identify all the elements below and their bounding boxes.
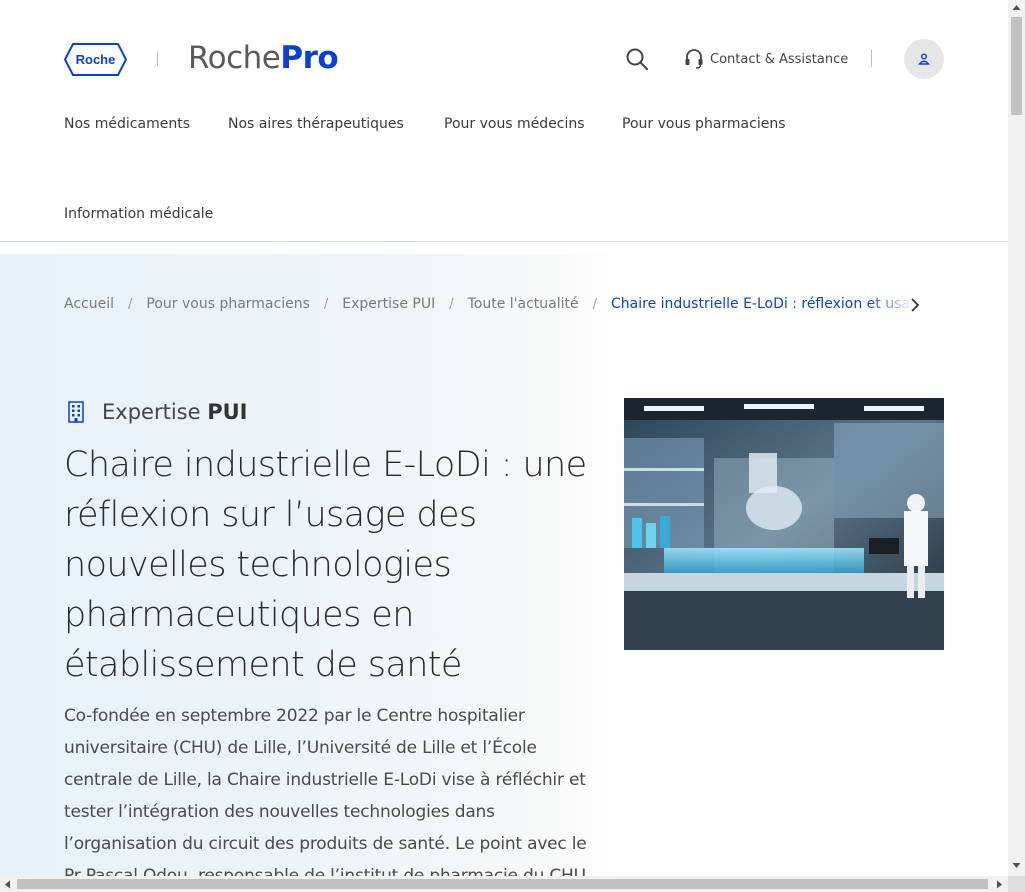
breadcrumb-pharmaciens[interactable]: Pour vous pharmaciens xyxy=(146,296,310,312)
scroll-right-icon[interactable] xyxy=(996,880,1003,889)
account-button[interactable] xyxy=(904,39,944,79)
scrollbar-corner xyxy=(1008,876,1025,892)
article-lead: Co-fondée en septembre 2022 par le Centr… xyxy=(64,706,587,886)
article-title: Chaire industrielle E-LoDi : une réflexi… xyxy=(64,445,587,685)
vertical-scrollbar[interactable] xyxy=(1008,0,1025,876)
search-icon[interactable] xyxy=(624,46,650,72)
contact-assistance-link[interactable]: Contact & Assistance xyxy=(684,48,848,70)
breadcrumb-separator: / xyxy=(323,296,329,312)
breadcrumb-scroll-right-icon[interactable] xyxy=(908,296,922,314)
breadcrumb-separator: / xyxy=(128,296,133,312)
hospital-building-icon xyxy=(68,401,84,423)
header-divider xyxy=(871,50,872,67)
scroll-up-icon[interactable] xyxy=(1012,4,1021,11)
user-icon xyxy=(918,53,930,65)
horizontal-scroll-thumb[interactable] xyxy=(17,879,988,889)
article-hero: Accueil / Pour vous pharmaciens / Expert… xyxy=(0,254,1008,886)
breadcrumb-expertise-pui[interactable]: Expertise PUI xyxy=(342,296,435,312)
rochepro-brand[interactable]: RochePro xyxy=(188,40,339,76)
nav-item-information-medicale[interactable]: Information médicale xyxy=(64,206,213,222)
breadcrumb-separator: / xyxy=(592,296,598,312)
breadcrumb: Accueil / Pour vous pharmaciens / Expert… xyxy=(64,296,914,312)
horizontal-scrollbar[interactable] xyxy=(0,876,1008,892)
nav-item-medicaments[interactable]: Nos médicaments xyxy=(64,116,190,132)
breadcrumb-actualite[interactable]: Toute l'actualité xyxy=(468,296,579,312)
nav-item-pharmaciens[interactable]: Pour vous pharmaciens xyxy=(622,116,786,132)
vertical-scroll-thumb[interactable] xyxy=(1011,17,1022,115)
breadcrumb-current: Chaire industrielle E-LoDi : réflexion e… xyxy=(611,296,915,312)
nav-item-medecins[interactable]: Pour vous médecins xyxy=(444,116,585,132)
category-bold: PUI xyxy=(207,400,248,424)
contact-assistance-label: Contact & Assistance xyxy=(710,51,849,67)
article-category: Expertise PUI xyxy=(64,400,247,424)
headset-icon xyxy=(685,49,703,69)
breadcrumb-accueil[interactable]: Accueil xyxy=(64,296,114,312)
roche-logo[interactable]: Roche xyxy=(64,43,127,76)
brand-part2: Pro xyxy=(280,40,339,76)
scroll-down-icon[interactable] xyxy=(1012,862,1021,869)
roche-logo-text: Roche xyxy=(76,52,116,67)
brand-part1: Roche xyxy=(188,40,281,76)
scroll-left-icon[interactable] xyxy=(4,880,11,889)
nav-item-aires-therapeutiques[interactable]: Nos aires thérapeutiques xyxy=(228,116,404,132)
site-header: Roche RochePro Contact & Assistance Nos … xyxy=(0,0,1008,242)
breadcrumb-separator: / xyxy=(449,296,454,312)
laboratory-photo xyxy=(624,398,944,650)
logo-divider xyxy=(157,52,158,66)
category-prefix: Expertise xyxy=(102,400,201,424)
